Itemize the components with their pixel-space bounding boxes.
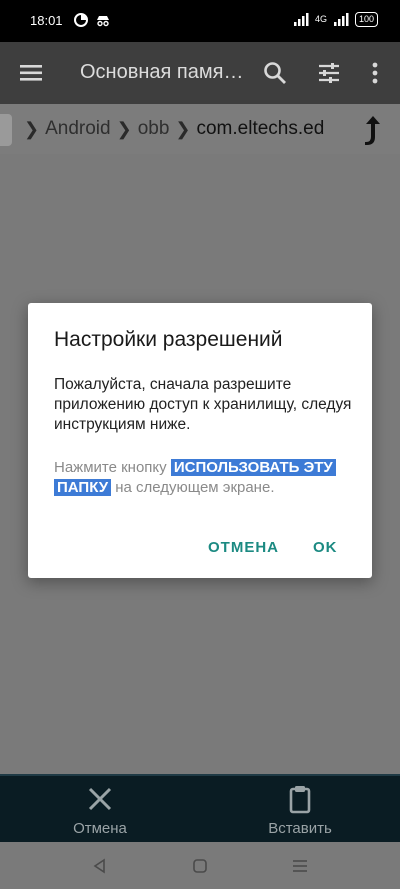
system-nav-bar <box>0 842 400 889</box>
navigate-up-icon[interactable] <box>358 113 388 147</box>
dialog-hint-highlight: ИСПОЛЬЗОВАТЬ ЭТУ <box>170 459 336 476</box>
dialog-hint-suffix: на следующем экране. <box>111 479 275 496</box>
dialog-cancel-button[interactable]: ОТМЕНА <box>208 539 279 556</box>
dialog-hint-highlight-2: ПАПКУ <box>54 479 112 496</box>
network-type: 4G <box>314 14 327 24</box>
status-left-icons <box>73 12 111 28</box>
app-bar: Основная памя… <box>0 42 400 104</box>
more-options-icon[interactable] <box>368 60 382 86</box>
breadcrumb-root-stub[interactable] <box>0 114 12 146</box>
home-icon[interactable] <box>189 855 211 877</box>
close-icon <box>88 787 112 811</box>
dialog-hint: Нажмите кнопку ИСПОЛЬЗОВАТЬ ЭТУ ПАПКУ на … <box>54 458 364 498</box>
dialog-title: Настройки разрешений <box>54 328 283 351</box>
chevron-right-icon: ❯ <box>175 118 191 139</box>
incognito-icon <box>97 16 109 27</box>
status-time: 18:01 <box>30 13 63 28</box>
status-right-icons: 4G 100 <box>293 11 378 27</box>
battery-icon: 100 <box>354 11 378 27</box>
menu-icon[interactable] <box>18 59 46 87</box>
breadcrumb-item-obb[interactable]: obb <box>138 118 170 140</box>
chevron-right-icon: ❯ <box>24 118 40 139</box>
filter-settings-icon[interactable] <box>316 60 342 86</box>
paste-action-label: Вставить <box>268 820 332 837</box>
dialog-message: Пожалуйста, сначала разрешите приложению… <box>54 376 352 433</box>
paste-action-button[interactable]: Вставить <box>240 784 360 837</box>
search-icon[interactable] <box>262 60 288 86</box>
signal-icon-2 <box>333 13 349 26</box>
cancel-action-button[interactable]: Отмена <box>40 784 160 837</box>
back-icon[interactable] <box>89 855 111 877</box>
bottom-action-bar: Отмена Вставить <box>0 774 400 844</box>
breadcrumb-item-current[interactable]: com.eltechs.ed <box>196 118 324 140</box>
dialog-ok-button[interactable]: OK <box>313 539 338 556</box>
breadcrumb: ❯ Android ❯ obb ❯ com.eltechs.ed <box>0 104 400 154</box>
chevron-right-icon: ❯ <box>116 118 132 139</box>
recents-icon[interactable] <box>289 855 311 877</box>
sync-icon <box>74 13 88 27</box>
dialog-hint-prefix: Нажмите кнопку <box>54 459 171 476</box>
cancel-action-label: Отмена <box>73 820 127 837</box>
status-bar: 18:01 4G 100 <box>0 0 400 42</box>
breadcrumb-items: ❯ Android ❯ obb ❯ com.eltechs.ed <box>24 118 324 140</box>
app-title: Основная памя… <box>80 61 244 83</box>
permission-dialog: Настройки разрешений Пожалуйста, сначала… <box>28 303 372 578</box>
signal-icon <box>293 13 309 26</box>
breadcrumb-item-android[interactable]: Android <box>45 118 111 140</box>
clipboard-icon <box>289 786 311 814</box>
